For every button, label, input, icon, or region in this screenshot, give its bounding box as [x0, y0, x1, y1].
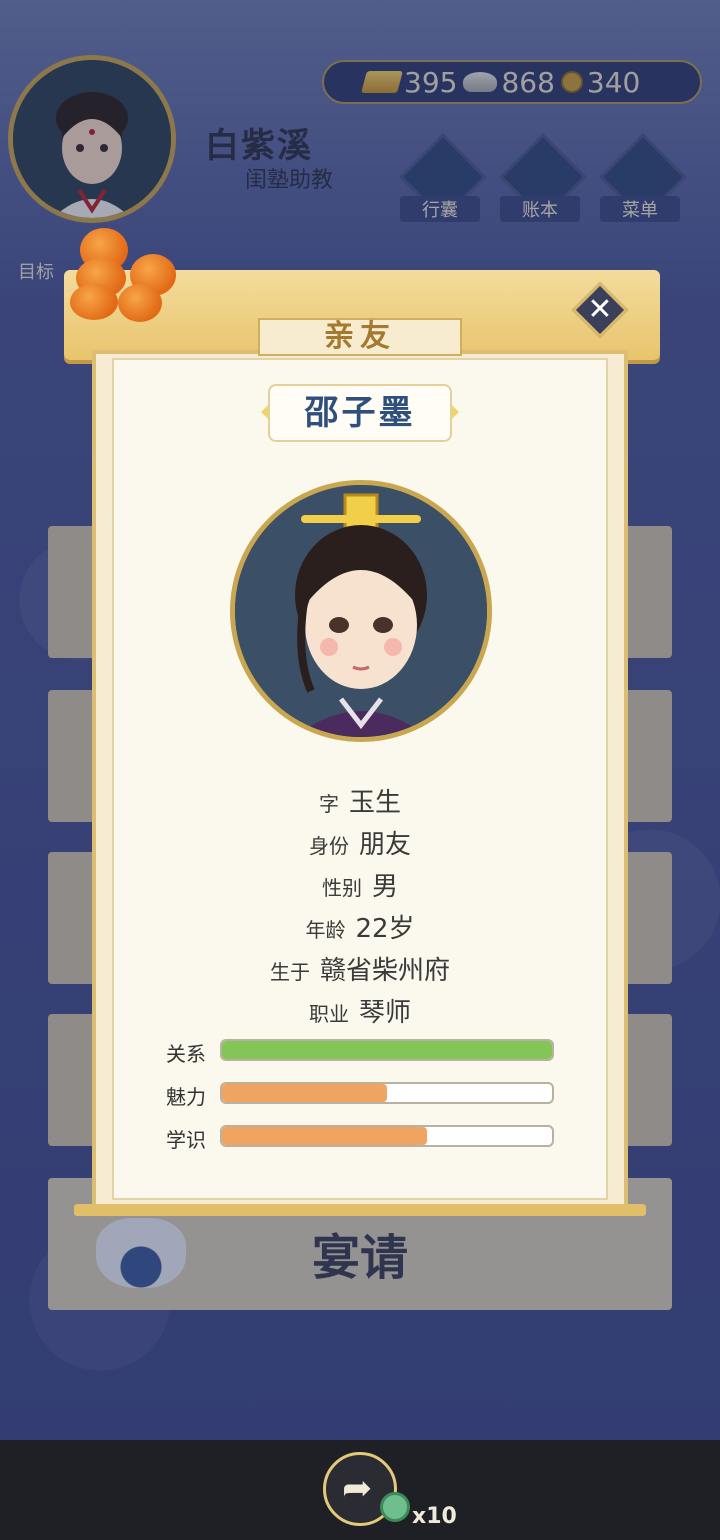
- info-value: 男: [371, 872, 398, 902]
- share-count: x10: [412, 1504, 457, 1529]
- info-value: 朋友: [358, 830, 411, 860]
- info-row-courtesy-name: 字玉生: [112, 782, 608, 819]
- info-row-age: 年龄 22岁: [112, 908, 608, 945]
- info-value: 琴师: [358, 998, 411, 1028]
- info-key: 性别: [321, 876, 362, 900]
- close-icon[interactable]: ✕: [585, 293, 615, 327]
- stat-label-knowledge: 学识: [166, 1128, 206, 1152]
- info-row-identity: 身份 朋友: [112, 824, 608, 861]
- relationship-bar-fill: [222, 1041, 552, 1059]
- info-value: 22岁: [355, 914, 415, 944]
- character-portrait: [230, 480, 492, 742]
- info-value: 赣省柴州府: [319, 956, 450, 986]
- relationship-bar: [220, 1039, 554, 1061]
- jade-token-icon: [380, 1492, 410, 1522]
- info-key: 字: [318, 792, 339, 816]
- info-row-occupation: 职业 琴师: [112, 992, 608, 1029]
- modal-bottom-rod: [74, 1204, 646, 1216]
- modal-title: 亲友: [258, 318, 462, 356]
- info-row-gender: 性别男: [112, 866, 608, 903]
- charm-bar: [220, 1082, 554, 1104]
- stat-label-charm: 魅力: [166, 1085, 206, 1109]
- character-name: 邵子墨: [268, 384, 452, 442]
- knowledge-bar-fill: [222, 1127, 427, 1145]
- info-row-birthplace: 生于 赣省柴州府: [112, 950, 608, 987]
- info-key: 生于: [269, 960, 310, 984]
- charm-bar-fill: [222, 1084, 387, 1102]
- stat-label-relationship: 关系: [166, 1042, 206, 1066]
- info-key: 职业: [308, 1002, 349, 1026]
- info-key: 年龄: [305, 918, 346, 942]
- knowledge-bar: [220, 1125, 554, 1147]
- share-icon[interactable]: ➦: [342, 1468, 372, 1509]
- info-key: 身份: [308, 834, 349, 858]
- info-value: 玉生: [348, 788, 401, 818]
